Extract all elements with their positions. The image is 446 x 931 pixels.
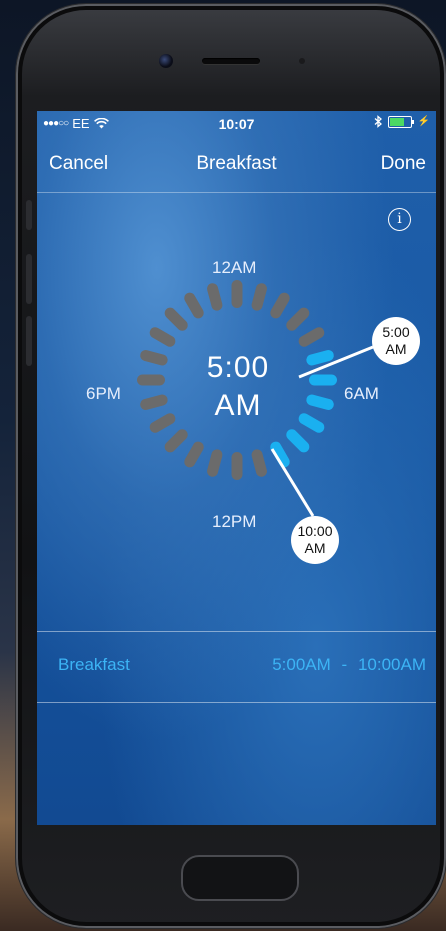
dial-segment-active[interactable] [305, 393, 335, 411]
dial-segment-active[interactable] [284, 427, 312, 455]
dial-segment[interactable] [231, 280, 243, 308]
label-6pm: 6PM [86, 384, 121, 403]
mute-switch [26, 200, 32, 230]
proximity-sensor [299, 58, 305, 64]
selected-time-display: 5:00 AM [190, 349, 286, 425]
label-6am: 6AM [344, 384, 379, 403]
divider-top [37, 631, 436, 632]
end-handle-connector [270, 448, 315, 517]
dial-segment-active[interactable] [297, 411, 327, 435]
label-12am: 12AM [212, 258, 257, 277]
start-time-handle[interactable]: 5:00 AM [372, 317, 420, 365]
meal-name[interactable]: Breakfast [58, 655, 130, 675]
dial-segment[interactable] [139, 393, 169, 411]
start-handle-time: 5:00 [382, 324, 410, 340]
dial-segment[interactable] [268, 291, 292, 321]
dial-segment[interactable] [206, 448, 224, 478]
dial-segment[interactable] [148, 411, 178, 435]
end-handle-time: 10:00 [297, 523, 333, 539]
volume-down-button [26, 316, 32, 366]
dial-segment[interactable] [137, 374, 165, 386]
dial-segment[interactable] [231, 452, 243, 480]
end-handle-meridiem: AM [304, 540, 326, 556]
volume-up-button [26, 254, 32, 304]
dial-segment[interactable] [250, 448, 268, 478]
time-range-dial[interactable] [37, 111, 436, 825]
dial-segment[interactable] [148, 325, 178, 349]
start-handle-meridiem: AM [385, 341, 407, 357]
app-screen: ●●●○○ EE 10:07 ⚡ Cancel Breakfast Done i… [37, 111, 436, 825]
end-time-handle[interactable]: 10:00 AM [291, 516, 339, 564]
dial-segment[interactable] [284, 305, 312, 333]
selected-meridiem: AM [214, 389, 262, 422]
selected-time: 5:00 [206, 351, 270, 384]
divider-bottom [37, 702, 436, 703]
dial-segment[interactable] [182, 291, 206, 321]
dial-segment[interactable] [182, 440, 206, 470]
home-button[interactable] [181, 855, 299, 901]
front-camera [159, 54, 173, 68]
dial-segment[interactable] [162, 305, 190, 333]
dial-segment[interactable] [139, 349, 169, 367]
range-end: 10:00AM [357, 655, 426, 674]
range-start: 5:00AM [272, 655, 331, 674]
range-separator: - [341, 655, 348, 674]
dial-segment[interactable] [162, 427, 190, 455]
dial-segment[interactable] [206, 282, 224, 312]
earpiece-speaker [202, 58, 260, 64]
dial-segment-active[interactable] [309, 374, 337, 386]
dial-segment[interactable] [250, 282, 268, 312]
dial-segment[interactable] [297, 325, 327, 349]
meal-time-range[interactable]: 5:00AM - 10:00AM [272, 655, 426, 675]
label-12pm: 12PM [212, 512, 257, 531]
